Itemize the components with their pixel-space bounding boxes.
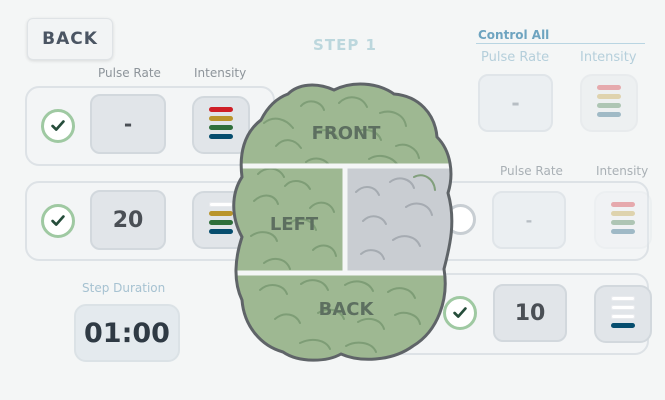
right-pulse-rate-field[interactable]: -	[492, 191, 566, 249]
intensity-bar-4	[597, 112, 621, 117]
brain-label-back: BACK	[319, 299, 375, 320]
intensity-bar-3	[597, 103, 621, 108]
intensity-bar-2	[611, 305, 635, 310]
intensity-bar-4	[611, 323, 635, 328]
intensity-bar-2	[597, 94, 621, 99]
control-all-label: Control All	[478, 28, 550, 42]
brain-zone-front[interactable]	[230, 76, 455, 166]
check-icon	[51, 215, 65, 226]
pulse-rate-label-right: Pulse Rate	[500, 164, 563, 178]
intensity-bar-1	[611, 296, 635, 301]
left-pulse-rate-field[interactable]: 20	[90, 190, 166, 250]
intensity-bar-2	[611, 211, 635, 216]
intensity-label-right: Intensity	[596, 164, 649, 178]
step-duration-label: Step Duration	[82, 281, 166, 295]
intensity-bar-1	[597, 85, 621, 90]
brain-diagram: FRONT LEFT BACK	[230, 76, 455, 362]
step-title: STEP 1	[313, 36, 377, 54]
back-pulse-rate-field[interactable]: 10	[493, 284, 567, 342]
brain-label-left: LEFT	[270, 214, 319, 235]
intensity-bar-3	[611, 314, 635, 319]
control-all-pulse-rate-field[interactable]: -	[478, 74, 553, 132]
step-duration-field[interactable]: 01:00	[74, 304, 180, 362]
back-intensity-button[interactable]	[594, 285, 652, 343]
intensity-bar-3	[611, 220, 635, 225]
control-all-pulse-rate-label: Pulse Rate	[481, 50, 550, 65]
control-all-divider	[476, 43, 645, 44]
control-all-intensity-label: Intensity	[580, 50, 637, 65]
brain-label-front: FRONT	[312, 123, 382, 144]
intensity-bar-4	[611, 229, 635, 234]
check-icon	[51, 120, 65, 131]
intensity-bar-1	[611, 202, 635, 207]
pulse-rate-label-front: Pulse Rate	[98, 66, 161, 80]
back-button[interactable]: BACK	[27, 18, 113, 60]
control-all-intensity-button[interactable]	[580, 74, 638, 132]
brain-zone-right[interactable]	[345, 166, 455, 273]
screen: { "header": { "back_label": "BACK", "ste…	[0, 0, 665, 400]
front-zone-check[interactable]	[41, 109, 75, 143]
right-intensity-button[interactable]	[594, 191, 652, 249]
left-zone-check[interactable]	[41, 204, 75, 238]
front-pulse-rate-field[interactable]: -	[90, 94, 166, 154]
